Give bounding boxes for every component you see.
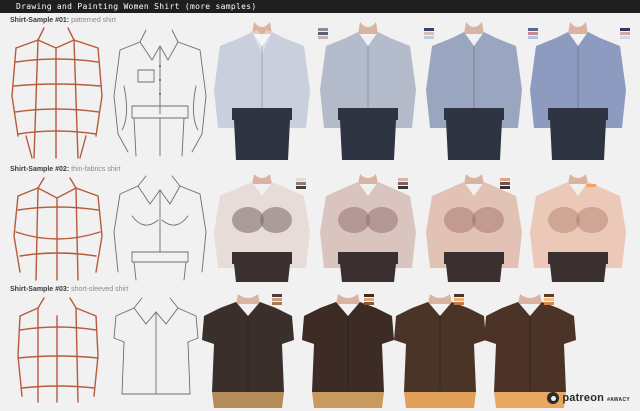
- brand-name: patreon: [562, 392, 605, 404]
- color-swatch: [272, 302, 282, 305]
- color-swatch-group: [364, 294, 374, 305]
- color-swatch-group: [454, 294, 464, 305]
- color-swatch-group: [620, 28, 630, 39]
- row-label-text: Shirt-Sample #01:: [10, 17, 70, 24]
- line-sketch-row3: [108, 294, 204, 404]
- painted-shirt-row3-panel2: [298, 290, 398, 408]
- row-label-sample-01: Shirt-Sample #01: patterned shirt: [10, 16, 116, 25]
- shirt-sketch-drawing: [113, 175, 207, 281]
- painted-shirt-row2-panel4: [528, 172, 628, 282]
- patreon-mark-icon: [547, 392, 560, 404]
- color-swatch-group: [500, 178, 510, 189]
- painted-shirt-row1-panel3: [424, 20, 524, 160]
- color-swatch-group: [424, 28, 434, 39]
- construction-sketch-row1: [8, 26, 106, 160]
- construction-lines-drawing: [17, 297, 99, 403]
- color-swatch: [528, 32, 538, 35]
- line-sketch-row1: [110, 26, 210, 160]
- color-swatch: [318, 28, 328, 31]
- color-swatch: [586, 184, 596, 187]
- painted-shirt-drawing: [214, 22, 310, 160]
- color-swatch-group: [398, 178, 408, 189]
- construction-sketch-row3: [12, 296, 104, 404]
- shirt-sketch-drawing: [113, 297, 199, 395]
- painted-shirt-drawing: [530, 22, 626, 160]
- color-swatch: [500, 178, 510, 181]
- row-subtitle-text: patterned shirt: [71, 17, 116, 24]
- painted-shirt-drawing: [530, 174, 626, 282]
- color-swatch-group: [544, 294, 554, 305]
- construction-sketch-row2: [10, 176, 106, 282]
- patreon-logo: patreon #AWACY: [547, 391, 630, 405]
- color-swatch: [620, 32, 630, 35]
- painted-shirt-row3-panel1: [198, 290, 298, 408]
- color-swatch: [528, 28, 538, 31]
- row-label-sample-03: Shirt-Sample #03: short-sleeved shirt: [10, 285, 128, 294]
- color-swatch: [364, 302, 374, 305]
- color-swatch: [318, 32, 328, 35]
- painted-shirt-drawing: [302, 294, 394, 408]
- color-swatch: [500, 182, 510, 185]
- color-swatch-group: [318, 28, 328, 39]
- color-swatch: [454, 294, 464, 297]
- construction-lines-drawing: [11, 27, 103, 159]
- page-title: Drawing and Painting Women Shirt (more s…: [16, 2, 257, 11]
- painted-shirt-row1-panel1: [212, 20, 312, 160]
- color-swatch: [544, 298, 554, 301]
- color-swatch: [296, 182, 306, 185]
- color-swatch: [454, 302, 464, 305]
- color-swatch: [424, 32, 434, 35]
- painted-shirt-drawing: [202, 294, 294, 408]
- color-swatch: [500, 186, 510, 189]
- color-swatch: [296, 186, 306, 189]
- painted-shirt-drawing: [426, 22, 522, 160]
- color-swatch: [272, 298, 282, 301]
- color-swatch: [364, 298, 374, 301]
- painted-shirt-drawing: [320, 22, 416, 160]
- color-swatch: [398, 178, 408, 181]
- color-swatch: [398, 186, 408, 189]
- painted-shirt-row3-panel3: [390, 290, 490, 408]
- color-swatch: [620, 36, 630, 39]
- color-swatch: [528, 36, 538, 39]
- color-swatch-group: [528, 28, 538, 39]
- painted-shirt-row1-panel4: [528, 20, 628, 160]
- color-swatch: [544, 302, 554, 305]
- color-swatch-group: [272, 294, 282, 305]
- color-swatch: [398, 182, 408, 185]
- row-subtitle-text: short-sleeved shirt: [71, 286, 129, 293]
- row-label-sample-02: Shirt-Sample #02: thin-fabrics shirt: [10, 165, 121, 174]
- row-label-text: Shirt-Sample #03:: [10, 286, 70, 293]
- color-swatch: [424, 28, 434, 31]
- painted-shirt-drawing: [394, 294, 486, 408]
- brand-handle: #AWACY: [607, 396, 630, 403]
- color-swatch: [544, 294, 554, 297]
- shirt-sketch-drawing: [113, 29, 207, 157]
- row-label-text: Shirt-Sample #02:: [10, 166, 70, 173]
- color-swatch: [318, 36, 328, 39]
- color-swatch: [454, 298, 464, 301]
- painted-shirt-row1-panel2: [318, 20, 418, 160]
- color-swatch: [424, 36, 434, 39]
- construction-lines-drawing: [13, 177, 103, 281]
- title-bar: Drawing and Painting Women Shirt (more s…: [0, 0, 640, 13]
- color-swatch-group: [296, 178, 306, 189]
- color-swatch: [364, 294, 374, 297]
- line-sketch-row2: [110, 172, 210, 282]
- color-swatch: [620, 28, 630, 31]
- color-swatch: [296, 178, 306, 181]
- color-swatch: [272, 294, 282, 297]
- color-swatch-group: [586, 184, 596, 187]
